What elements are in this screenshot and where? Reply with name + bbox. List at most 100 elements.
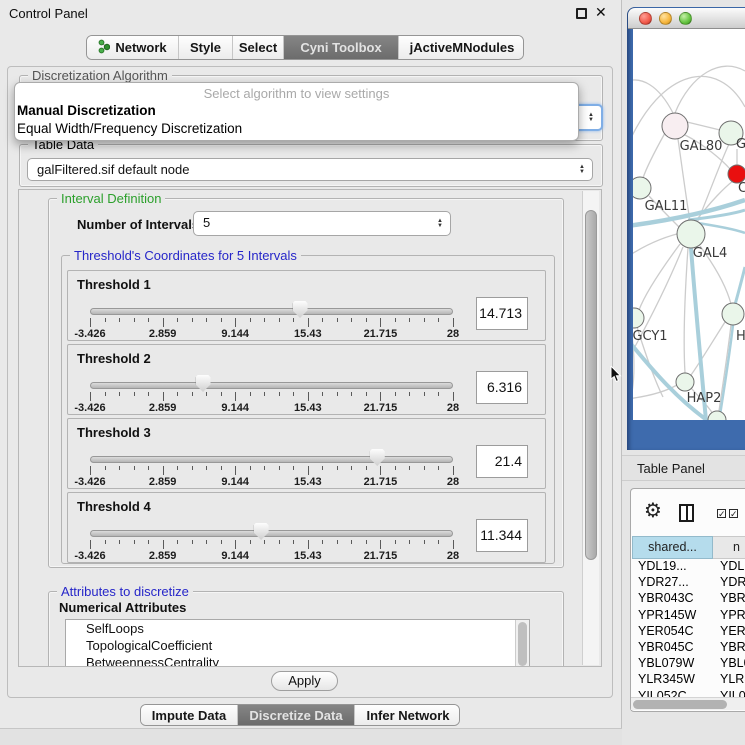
apply-button[interactable]: Apply	[271, 671, 338, 691]
table-row[interactable]: YIL052C YIL0	[631, 689, 745, 697]
cell-shared-name[interactable]: YER054C	[638, 624, 694, 638]
cell-shared-name[interactable]: YBR043C	[638, 591, 694, 605]
cell-name[interactable]: YPR1	[720, 608, 745, 622]
network-node[interactable]	[633, 177, 651, 199]
cell-name[interactable]: YLR3	[720, 672, 745, 686]
tab-style[interactable]: Style	[179, 36, 233, 59]
zoom-window-icon[interactable]	[679, 12, 692, 25]
network-window-titlebar[interactable]	[628, 8, 745, 29]
algorithm-option[interactable]: Manual Discretization	[17, 103, 156, 118]
tick-mark	[148, 466, 149, 470]
cell-shared-name[interactable]: YBL079W	[638, 656, 694, 670]
column-header-shared-name[interactable]: shared...	[632, 536, 713, 559]
tick-mark	[192, 540, 193, 544]
number-of-intervals-select[interactable]: 5▲▼	[193, 211, 451, 236]
cell-shared-name[interactable]: YBR045C	[638, 640, 694, 654]
horizontal-scrollbar[interactable]	[631, 697, 745, 710]
slider-track[interactable]	[90, 530, 453, 537]
tab-infer-network[interactable]: Infer Network	[355, 705, 460, 725]
network-edge-highlighted[interactable]	[720, 325, 733, 415]
tab-select[interactable]: Select	[233, 36, 284, 59]
network-node[interactable]	[662, 113, 688, 139]
slider-thumb[interactable]	[196, 375, 211, 392]
cell-name[interactable]: YDL1	[720, 559, 745, 573]
network-node[interactable]	[677, 220, 705, 248]
cell-name[interactable]: YBR0	[720, 591, 745, 605]
cell-shared-name[interactable]: YDR27...	[638, 575, 689, 589]
threshold-value-field[interactable]: 11.344	[476, 519, 528, 552]
network-node[interactable]	[708, 411, 726, 420]
discretization-algorithm-group-title: Discretization Algorithm	[28, 68, 172, 83]
checkbox-icon[interactable]: ✓	[717, 509, 726, 518]
slider-track[interactable]	[90, 382, 453, 389]
threshold-value-field[interactable]: 6.316	[476, 371, 528, 404]
tick-mark	[148, 318, 149, 322]
tick-mark	[192, 466, 193, 470]
slider-thumb[interactable]	[254, 523, 269, 540]
table-data-select[interactable]: galFiltered.sif default node▲▼	[27, 158, 593, 181]
network-edge[interactable]	[633, 80, 673, 113]
table-row[interactable]: YLR345W YLR3	[631, 672, 745, 689]
table-row[interactable]: YDR27... YDR2	[631, 575, 745, 592]
attribute-list-item[interactable]: TopologicalCoefficient	[66, 637, 529, 654]
vertical-scrollbar[interactable]	[582, 191, 599, 665]
cell-name[interactable]: YDR2	[720, 575, 745, 589]
minimize-window-icon[interactable]	[659, 12, 672, 25]
cell-name[interactable]: YIL0	[720, 689, 745, 697]
columns-icon[interactable]	[679, 504, 694, 522]
threshold-value-field[interactable]: 21.4	[476, 445, 528, 478]
network-canvas[interactable]: GAL80GACGAL11GAL4GCY1HHAP2	[633, 29, 745, 420]
tab-network[interactable]: Network	[87, 36, 179, 59]
network-edge[interactable]	[675, 66, 745, 113]
tick-mark	[134, 540, 135, 544]
attribute-list-item[interactable]: SelfLoops	[66, 620, 529, 637]
tick-mark	[134, 392, 135, 396]
list-scrollbar-thumb[interactable]	[518, 622, 527, 666]
network-edge[interactable]	[643, 133, 665, 178]
network-node[interactable]	[633, 308, 644, 328]
cell-shared-name[interactable]: YLR345W	[638, 672, 695, 686]
checkbox-icon[interactable]: ✓	[729, 509, 738, 518]
tick-mark	[250, 318, 251, 322]
network-node[interactable]	[676, 373, 694, 391]
table-row[interactable]: YBR045C YBR0	[631, 640, 745, 657]
tab-cyni-toolbox[interactable]: Cyni Toolbox	[284, 36, 399, 59]
table-row[interactable]: YDL19... YDL1	[631, 559, 745, 576]
network-node-label: GA	[736, 137, 745, 152]
network-node[interactable]	[722, 303, 744, 325]
slider-track[interactable]	[90, 456, 453, 463]
attribute-list-item[interactable]: BetweennessCentrality	[66, 654, 529, 667]
algorithm-option[interactable]: Equal Width/Frequency Discretization	[17, 121, 242, 136]
network-edge[interactable]	[684, 248, 688, 373]
table-row[interactable]: YER054C YER0	[631, 624, 745, 641]
table-row[interactable]: YPR145W YPR1	[631, 608, 745, 625]
cell-name[interactable]: YBR0	[720, 640, 745, 654]
tab-jactivemnodules[interactable]: jActiveMNodules	[399, 36, 524, 59]
column-header-name[interactable]: n	[713, 536, 745, 559]
float-window-icon[interactable]	[576, 8, 587, 19]
slider-thumb[interactable]	[293, 301, 308, 318]
cell-name[interactable]: YBL0	[720, 656, 745, 670]
slider-track[interactable]	[90, 308, 453, 315]
tick-mark	[351, 318, 352, 322]
list-scrollbar[interactable]	[515, 620, 529, 667]
tab-discretize-data[interactable]: Discretize Data	[238, 705, 355, 725]
cell-shared-name[interactable]: YIL052C	[638, 689, 687, 697]
close-window-icon[interactable]	[639, 12, 652, 25]
tick-mark	[438, 392, 439, 396]
tab-impute-data[interactable]: Impute Data	[141, 705, 238, 725]
vertical-scrollbar-thumb[interactable]	[585, 210, 597, 560]
cell-name[interactable]: YER0	[720, 624, 745, 638]
network-edge[interactable]	[687, 122, 720, 130]
horizontal-scrollbar-thumb[interactable]	[633, 700, 727, 709]
table-row[interactable]: YBR043C YBR0	[631, 591, 745, 608]
cell-shared-name[interactable]: YPR145W	[638, 608, 696, 622]
threshold-value-field[interactable]: 14.713	[476, 297, 528, 330]
close-icon[interactable]: ✕	[595, 4, 607, 21]
tick-label: 2.859	[149, 550, 177, 562]
tick-mark	[409, 466, 410, 470]
slider-thumb[interactable]	[370, 449, 385, 466]
table-row[interactable]: YBL079W YBL0	[631, 656, 745, 673]
cell-shared-name[interactable]: YDL19...	[638, 559, 687, 573]
gear-icon[interactable]: ⚙	[644, 501, 662, 521]
